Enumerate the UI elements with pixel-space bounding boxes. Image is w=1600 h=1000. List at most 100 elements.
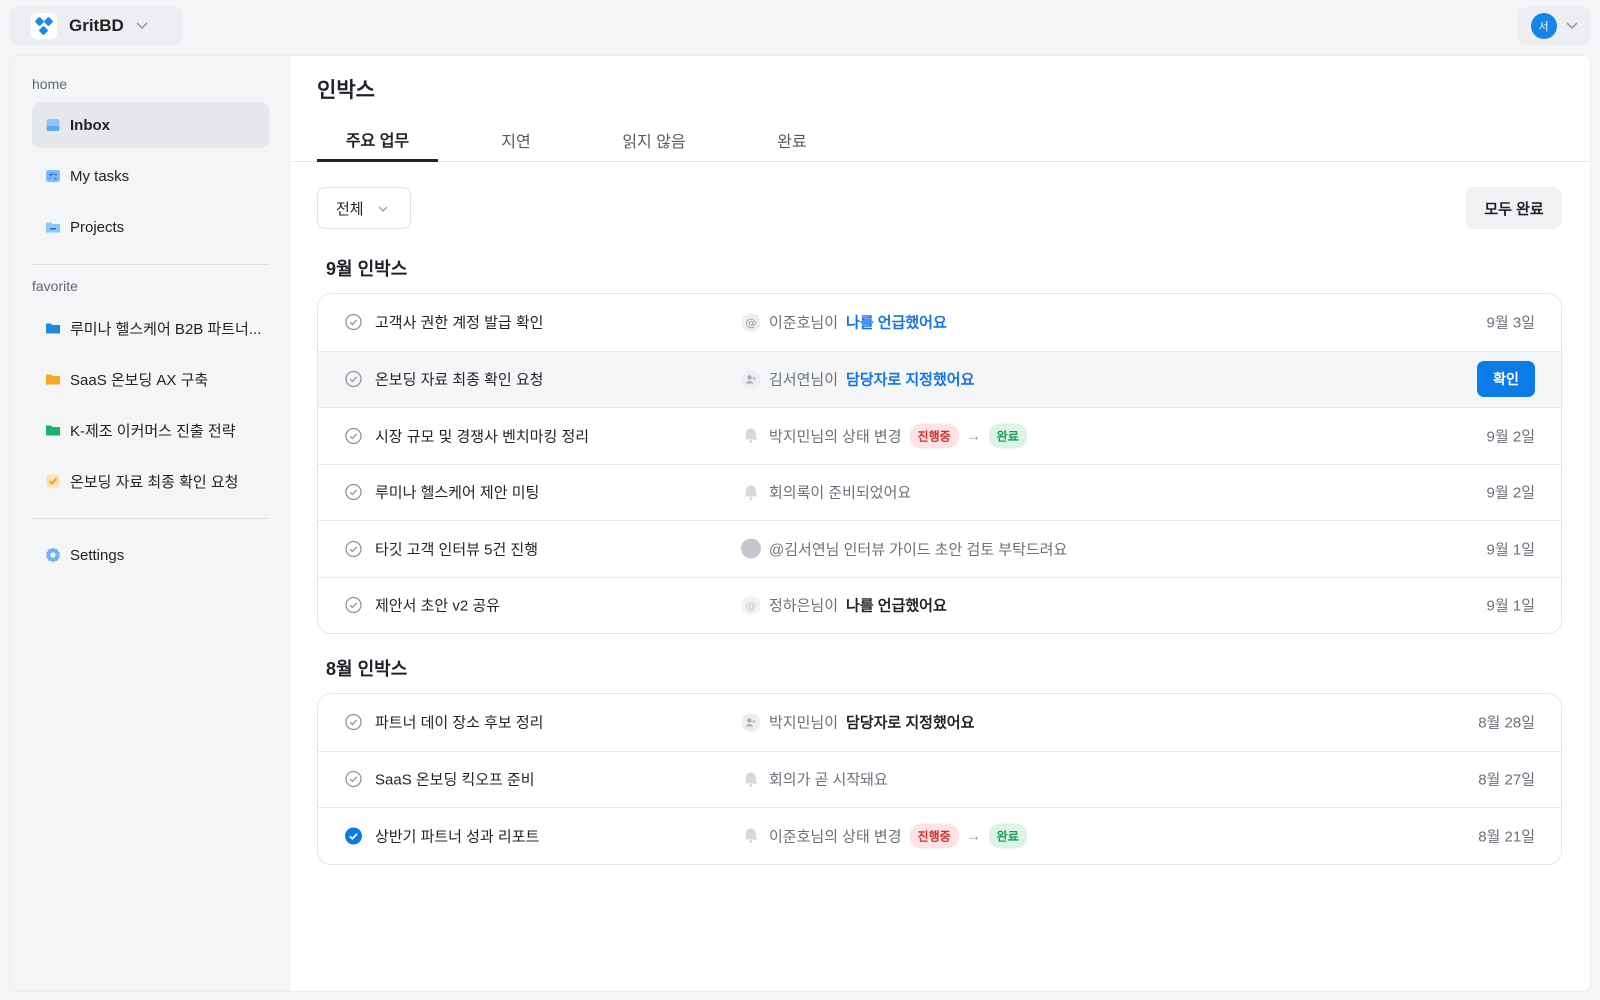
task-title: 타깃 고객 인터뷰 5건 진행 — [375, 541, 539, 559]
app-frame: home Inbox My tasks Projects favorite 루미… — [9, 55, 1591, 992]
workspace-name: GritBD — [69, 16, 124, 35]
complete-all-button[interactable]: 모두 완료 — [1466, 187, 1562, 229]
notification: @ 이준호님이 나를 언급했어요 — [741, 312, 947, 333]
status-badge-to: 완료 — [988, 823, 1027, 849]
notification: 박지민님이 담당자로 지정했어요 — [741, 712, 974, 733]
tab-bar: 주요 업무 지연 읽지 않음 완료 — [291, 118, 1590, 162]
list-item[interactable]: 시장 규모 및 경쟁사 벤치마킹 정리 박지민님의 상태 변경 진행중 → 완료… — [318, 407, 1561, 464]
bell-icon — [741, 769, 761, 789]
check-circle-icon[interactable] — [345, 771, 362, 788]
check-circle-icon[interactable] — [345, 314, 362, 331]
main-content: 인박스 주요 업무 지연 읽지 않음 완료 전체 모두 완료 9월 인박스 고객… — [291, 56, 1590, 991]
notification-highlight[interactable]: 나를 언급했어요 — [846, 595, 947, 616]
list-item[interactable]: 상반기 파트너 성과 리포트 이준호님의 상태 변경 진행중 → 완료 8월 2… — [318, 807, 1561, 864]
sidebar-item-favorite-1[interactable]: 루미나 헬스케어 B2B 파트너... — [32, 305, 269, 351]
confirm-button[interactable]: 확인 — [1477, 361, 1535, 398]
notification-highlight[interactable]: 담당자로 지정했어요 — [846, 369, 974, 390]
status-badge-to: 완료 — [988, 423, 1027, 449]
folder-icon — [45, 371, 61, 387]
inbox-list-august: 파트너 데이 장소 후보 정리 박지민님이 담당자로 지정했어요 8월 28일 … — [317, 693, 1562, 865]
item-date: 9월 2일 — [1486, 428, 1535, 446]
list-item[interactable]: 루미나 헬스케어 제안 미팅 회의록이 준비되었어요 9월 2일 — [318, 463, 1561, 521]
assign-icon — [741, 712, 761, 732]
filter-value: 전체 — [336, 200, 364, 218]
section-label-home: home — [32, 76, 68, 92]
check-circle-icon[interactable] — [345, 714, 362, 731]
folder-icon — [45, 320, 61, 336]
inbox-list-september: 고객사 권한 계정 발급 확인 @ 이준호님이 나를 언급했어요 9월 3일 온… — [317, 293, 1562, 634]
notification: 이준호님의 상태 변경 진행중 → 완료 — [741, 823, 1027, 849]
status-badge-from: 진행중 — [909, 823, 959, 849]
sidebar-item-label: Settings — [70, 546, 125, 564]
notification: 회의록이 준비되었어요 — [741, 482, 911, 503]
divider — [32, 264, 269, 265]
tab-delayed[interactable]: 지연 — [457, 118, 575, 162]
notification-actor: 이준호님이 — [769, 314, 839, 332]
tab-main-tasks[interactable]: 주요 업무 — [317, 118, 438, 162]
task-title: SaaS 온보딩 킥오프 준비 — [375, 771, 535, 789]
sidebar-item-settings[interactable]: Settings — [32, 532, 269, 578]
notification-actor: 박지민님이 — [769, 714, 839, 732]
task-title: 고객사 권한 계정 발급 확인 — [375, 314, 544, 332]
sidebar-item-projects[interactable]: Projects — [32, 204, 269, 250]
check-circle-icon[interactable] — [345, 427, 362, 444]
notification-highlight[interactable]: 담당자로 지정했어요 — [846, 712, 974, 733]
notification: @ 정하은님이 나를 언급했어요 — [741, 595, 947, 616]
group-title-august: 8월 인박스 — [326, 659, 408, 679]
item-date: 9월 1일 — [1486, 541, 1535, 559]
bell-icon — [741, 826, 761, 846]
notification: @김서연님 인터뷰 가이드 초안 검토 부탁드려요 — [741, 538, 1067, 559]
notification-actor: 이준호님의 상태 변경 — [769, 828, 902, 846]
tab-done[interactable]: 완료 — [733, 118, 851, 162]
sidebar-item-my-tasks[interactable]: My tasks — [32, 153, 269, 199]
section-label-favorite: favorite — [32, 278, 78, 294]
item-date: 8월 28일 — [1478, 714, 1535, 732]
mention-icon: @ — [741, 312, 761, 332]
status-badge-from: 진행중 — [909, 423, 959, 449]
sidebar-item-inbox[interactable]: Inbox — [32, 102, 269, 148]
arrow-right-icon: → — [966, 827, 981, 844]
list-item[interactable]: 파트너 데이 장소 후보 정리 박지민님이 담당자로 지정했어요 8월 28일 — [318, 694, 1561, 751]
list-item[interactable]: 제안서 초안 v2 공유 @ 정하은님이 나를 언급했어요 9월 1일 — [318, 576, 1561, 634]
notification-actor: 박지민님의 상태 변경 — [769, 428, 902, 446]
account-switcher[interactable]: 서 — [1517, 7, 1591, 45]
workspace-switcher[interactable]: GritBD — [9, 7, 183, 45]
check-circle-icon[interactable] — [345, 597, 362, 614]
sidebar-item-label: Inbox — [70, 116, 110, 134]
mention-icon: @ — [741, 595, 761, 615]
sidebar-item-favorite-4[interactable]: 온보딩 자료 최종 확인 요청 — [32, 458, 269, 504]
item-date: 9월 1일 — [1486, 597, 1535, 615]
list-item[interactable]: SaaS 온보딩 킥오프 준비 회의가 곧 시작돼요 8월 27일 — [318, 750, 1561, 808]
bell-icon — [741, 426, 761, 446]
svg-text:@: @ — [746, 599, 757, 612]
chevron-down-icon — [136, 19, 148, 33]
avatar: 서 — [1530, 13, 1557, 39]
check-circle-icon[interactable] — [345, 484, 362, 501]
check-circle-icon[interactable] — [345, 371, 362, 388]
sidebar-item-favorite-3[interactable]: K-제조 이커머스 진출 전략 — [32, 407, 269, 453]
item-date: 9월 2일 — [1486, 484, 1535, 502]
svg-text:@: @ — [746, 316, 757, 329]
check-circle-icon[interactable] — [345, 540, 362, 557]
chevron-down-icon — [378, 200, 388, 217]
list-item[interactable]: 고객사 권한 계정 발급 확인 @ 이준호님이 나를 언급했어요 9월 3일 — [318, 294, 1561, 351]
user-avatar-icon — [741, 538, 761, 559]
task-title: 파트너 데이 장소 후보 정리 — [375, 714, 544, 732]
filter-dropdown[interactable]: 전체 — [317, 187, 411, 229]
task-title: 제안서 초안 v2 공유 — [375, 597, 500, 615]
sidebar-item-favorite-2[interactable]: SaaS 온보딩 AX 구축 — [32, 356, 269, 402]
list-item[interactable]: 타깃 고객 인터뷰 5건 진행 @김서연님 인터뷰 가이드 초안 검토 부탁드려… — [318, 520, 1561, 577]
sidebar-item-label: My tasks — [70, 167, 130, 185]
task-title: 온보딩 자료 최종 확인 요청 — [375, 371, 544, 389]
list-item[interactable]: 온보딩 자료 최종 확인 요청 김서연님이 담당자로 지정했어요 확인 — [318, 350, 1561, 407]
tasks-icon — [45, 168, 61, 184]
page-title: 인박스 — [317, 79, 375, 102]
folder-icon — [45, 422, 61, 438]
arrow-right-icon: → — [966, 427, 981, 444]
sidebar: home Inbox My tasks Projects favorite 루미… — [10, 56, 291, 991]
sidebar-item-label: 온보딩 자료 최종 확인 요청 — [70, 473, 239, 491]
chevron-down-icon — [1565, 19, 1578, 33]
notification-highlight[interactable]: 나를 언급했어요 — [846, 312, 947, 333]
check-circle-filled-icon[interactable] — [345, 827, 362, 845]
tab-unread[interactable]: 읽지 않음 — [595, 118, 713, 162]
